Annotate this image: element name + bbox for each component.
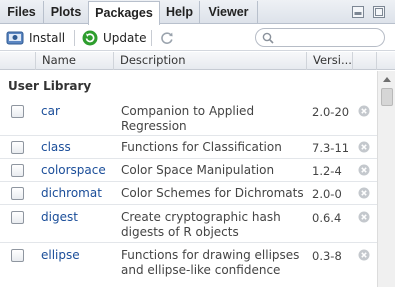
update-icon xyxy=(82,30,98,46)
tab-packages[interactable]: Packages xyxy=(88,1,160,25)
column-header-description[interactable]: Description xyxy=(114,52,307,70)
tab-help[interactable]: Help xyxy=(160,1,200,24)
package-name-link[interactable]: car xyxy=(41,104,60,118)
package-load-checkbox[interactable] xyxy=(11,211,24,224)
refresh-icon[interactable] xyxy=(159,30,175,46)
package-version: 2.0-20 xyxy=(312,105,350,119)
update-button[interactable]: Update xyxy=(82,29,146,47)
package-search-input[interactable] xyxy=(255,28,385,47)
remove-package-icon[interactable] xyxy=(358,249,370,261)
package-description: Color Space Manipulation xyxy=(121,163,275,177)
remove-package-icon[interactable] xyxy=(358,141,370,153)
package-list: User Library car Companion to Applied Re… xyxy=(0,71,377,287)
table-row: car Companion to Applied Regression 2.0-… xyxy=(0,98,377,136)
package-version: 1.2-4 xyxy=(312,164,342,178)
tab-viewer[interactable]: Viewer xyxy=(200,1,258,24)
package-load-checkbox[interactable] xyxy=(11,249,24,262)
install-icon xyxy=(6,31,24,45)
package-name-link[interactable]: digest xyxy=(41,210,78,224)
remove-package-icon[interactable] xyxy=(358,164,370,176)
remove-package-icon[interactable] xyxy=(358,187,370,199)
package-name-link[interactable]: class xyxy=(41,140,71,154)
tab-plots[interactable]: Plots xyxy=(44,1,89,24)
table-row: ellipse Functions for drawing ellipses a… xyxy=(0,243,377,287)
remove-package-icon[interactable] xyxy=(358,105,370,117)
package-name-link[interactable]: ellipse xyxy=(41,248,80,262)
toolbar-separator xyxy=(151,30,152,46)
tab-files[interactable]: Files xyxy=(0,1,44,24)
package-description: Functions for Classification xyxy=(121,140,282,154)
package-load-checkbox[interactable] xyxy=(11,105,24,118)
scrollbar-thumb[interactable] xyxy=(381,88,393,106)
toolbar-separator xyxy=(74,30,75,46)
column-header-remove xyxy=(353,52,377,70)
package-description: Functions for drawing ellipses and ellip… xyxy=(121,248,300,277)
package-version: 0.6.4 xyxy=(312,211,342,225)
package-load-checkbox[interactable] xyxy=(11,187,24,200)
package-description: Companion to Applied Regression xyxy=(121,104,255,133)
package-description: Create cryptographic hash digests of R o… xyxy=(121,210,281,239)
package-version: 2.0-0 xyxy=(312,187,342,201)
minimize-pane-icon[interactable] xyxy=(352,6,364,18)
table-row: class Functions for Classification 7.3-1… xyxy=(0,136,377,159)
package-version: 7.3-11 xyxy=(312,141,350,155)
pane-tab-bar: Files Plots Packages Help Viewer xyxy=(0,0,395,25)
column-header-name[interactable]: Name xyxy=(36,52,114,70)
maximize-pane-icon[interactable] xyxy=(373,6,385,18)
group-label-user-library: User Library xyxy=(8,79,92,93)
vertical-scrollbar[interactable] xyxy=(377,71,395,287)
packages-toolbar: Install Update xyxy=(0,25,395,51)
install-button[interactable]: Install xyxy=(6,29,65,47)
search-icon xyxy=(262,32,274,44)
table-row: colorspace Color Space Manipulation 1.2-… xyxy=(0,159,377,182)
column-header-checkbox[interactable] xyxy=(0,52,36,70)
package-load-checkbox[interactable] xyxy=(11,141,24,154)
remove-package-icon[interactable] xyxy=(358,211,370,223)
scroll-up-arrow-icon[interactable] xyxy=(382,75,392,83)
package-name-link[interactable]: colorspace xyxy=(41,163,106,177)
package-name-link[interactable]: dichromat xyxy=(41,186,102,200)
table-row: dichromat Color Schemes for Dichromats 2… xyxy=(0,182,377,205)
package-description: Color Schemes for Dichromats xyxy=(121,186,304,200)
table-row: digest Create cryptographic hash digests… xyxy=(0,205,377,243)
column-header-version[interactable]: Versi... xyxy=(307,52,353,70)
column-header-row: Name Description Versi... xyxy=(0,52,395,70)
package-load-checkbox[interactable] xyxy=(11,164,24,177)
package-version: 0.3-8 xyxy=(312,249,342,263)
